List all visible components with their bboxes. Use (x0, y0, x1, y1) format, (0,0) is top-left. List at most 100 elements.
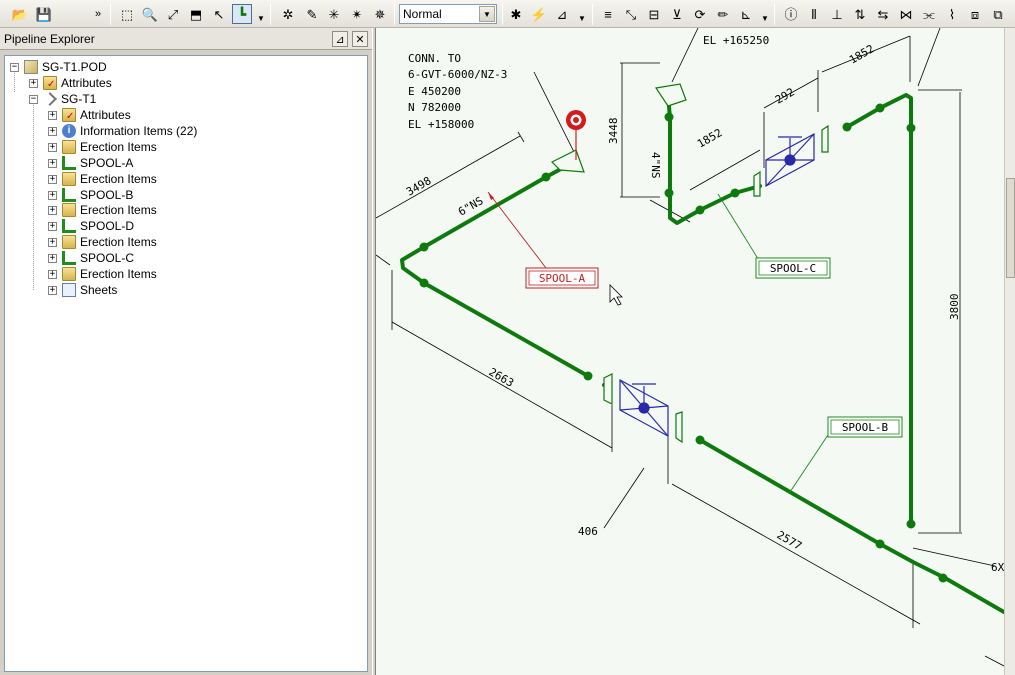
isometric-drawing-canvas[interactable]: SPOOL-A SPOOL-C SPOOL-B CONN. TO 6-GVT-6… (376, 28, 1004, 675)
edit-node-icon[interactable]: ✎ (302, 4, 322, 24)
expand-icon[interactable]: + (48, 285, 57, 295)
expand-icon[interactable]: + (48, 237, 57, 247)
filter-icon[interactable]: ⫘ (919, 4, 939, 24)
tree-node-erection-items[interactable]: + Erection Items (48, 234, 157, 250)
label-icon[interactable]: ⌇ (942, 4, 962, 24)
chart-icon[interactable]: ⊻ (667, 4, 687, 24)
collapse-icon[interactable]: − (29, 94, 38, 104)
flange-symbol[interactable] (654, 83, 687, 107)
pipe-node[interactable] (938, 573, 948, 583)
expand-icon[interactable]: + (48, 221, 57, 231)
pipe-node[interactable] (695, 205, 705, 215)
dimension-icon[interactable]: ⊾ (736, 4, 756, 24)
expand-icon[interactable]: + (29, 78, 38, 88)
tree-node-spool-c[interactable]: + SPOOL-C (48, 250, 134, 266)
flange-symbol[interactable] (603, 373, 613, 405)
expand-icon[interactable]: + (48, 174, 57, 184)
tree-node-erection-items[interactable]: + Erection Items (48, 266, 157, 282)
pointer-icon[interactable]: ↖ (209, 4, 229, 24)
select-box-icon[interactable]: ⬒ (186, 4, 206, 24)
move-node-icon[interactable]: ✴ (347, 4, 367, 24)
flange-symbol[interactable] (550, 149, 585, 173)
pin-icon[interactable]: ⊿ (332, 31, 348, 47)
pipe-node[interactable] (906, 123, 916, 133)
table-icon[interactable]: ⊟ (644, 4, 664, 24)
tree-node-sheets[interactable]: + Sheets (48, 282, 117, 298)
expand-icon[interactable]: + (48, 190, 57, 200)
pipe-node[interactable] (695, 435, 705, 445)
pipe-node[interactable] (664, 188, 674, 198)
gate-valve-upper[interactable] (765, 132, 815, 188)
pipe-node[interactable] (730, 188, 740, 198)
zoom-extents-icon[interactable]: ⤢ (163, 4, 183, 24)
elbow-icon[interactable]: ⤡ (621, 4, 641, 24)
pipe-node[interactable] (842, 122, 852, 132)
zoom-icon[interactable]: 🔍 (140, 4, 160, 24)
pipe-node[interactable] (875, 539, 885, 549)
tree-node-attributes[interactable]: + Attributes (48, 107, 131, 123)
expand-icon[interactable]: + (48, 142, 57, 152)
measure-icon[interactable]: ⊿ (552, 4, 572, 24)
info-icon[interactable]: ⓘ (781, 4, 801, 24)
pipe-node[interactable] (583, 371, 593, 381)
tree-node-attributes-root[interactable]: + Attributes (29, 75, 112, 91)
chevron-down-icon[interactable]: ▼ (479, 6, 495, 22)
expand-icon[interactable]: + (48, 126, 57, 136)
tree-node-spool-d[interactable]: + SPOOL-D (48, 218, 134, 234)
tree-node-information-items[interactable]: + i Information Items (22) (48, 123, 197, 139)
expand-icon[interactable]: + (48, 205, 57, 215)
split-icon[interactable]: ✱ (506, 4, 526, 24)
dimension-dropdown-icon[interactable]: ▼ (761, 14, 769, 23)
pipe-node[interactable] (419, 242, 429, 252)
pipe-node[interactable] (541, 172, 551, 182)
connect-icon[interactable]: ✳ (324, 4, 344, 24)
tree-node-root[interactable]: − SG-T1.POD (10, 59, 107, 75)
distribute-icon[interactable]: ⇆ (873, 4, 893, 24)
tree-node-erection-items[interactable]: + Erection Items (48, 202, 157, 218)
flange-icon[interactable]: ≡ (598, 4, 618, 24)
arrange-icon[interactable]: ⇅ (850, 4, 870, 24)
tree-node-erection-items[interactable]: + Erection Items (48, 139, 157, 155)
view-mode-select[interactable]: Normal ▼ (399, 4, 497, 24)
toolbar-overflow-icon[interactable]: » (92, 4, 104, 24)
vertical-scrollbar[interactable] (1004, 28, 1015, 675)
export-icon[interactable]: ⧉ (988, 4, 1008, 24)
expand-icon[interactable]: + (48, 269, 57, 279)
pipe-node[interactable] (875, 103, 885, 113)
collapse-icon[interactable]: − (10, 62, 19, 72)
expand-icon[interactable]: + (48, 253, 57, 263)
tree-node-spool-a[interactable]: + SPOOL-A (48, 155, 133, 171)
pipe-node[interactable] (664, 112, 674, 122)
expand-icon[interactable]: + (48, 110, 57, 120)
valve-icon[interactable]: ⋈ (896, 4, 916, 24)
route-pipe-dropdown-icon[interactable]: ▼ (257, 14, 265, 23)
flange-symbol[interactable] (821, 124, 829, 153)
tree-node-spool-b[interactable]: + SPOOL-B (48, 187, 133, 203)
refresh-icon[interactable]: ⟳ (690, 4, 710, 24)
flange-symbol[interactable] (675, 411, 683, 444)
route-pipe-icon[interactable]: ┗ (232, 4, 252, 24)
save-icon[interactable]: 💾 (34, 4, 54, 24)
frame-icon[interactable]: ⧈ (965, 4, 985, 24)
node-icon[interactable]: ✲ (278, 4, 298, 24)
spool-b-label[interactable]: SPOOL-B (827, 416, 903, 438)
weld-icon[interactable]: ⚡ (529, 4, 549, 24)
open-folder-icon[interactable]: 📂 (10, 4, 30, 24)
delete-node-icon[interactable]: ✵ (370, 4, 390, 24)
tree-node-pipe[interactable]: − SG-T1 (29, 91, 96, 107)
scrollbar-thumb[interactable] (1006, 178, 1015, 278)
expand-icon[interactable]: + (48, 158, 57, 168)
tree-node-erection-items[interactable]: + Erection Items (48, 171, 157, 187)
gate-valve-lower[interactable] (619, 378, 669, 438)
align-icon[interactable]: ⫴ (804, 4, 824, 24)
flange-symbol[interactable] (753, 170, 761, 197)
pipe-node[interactable] (906, 519, 916, 529)
zoom-window-icon[interactable]: ⬚ (117, 4, 137, 24)
pipe-node[interactable] (419, 278, 429, 288)
support-icon[interactable]: ⊥ (827, 4, 847, 24)
pencil-icon[interactable]: ✏ (713, 4, 733, 24)
close-icon[interactable]: ✕ (352, 31, 368, 47)
connection-marker-icon[interactable] (566, 110, 586, 160)
measure-dropdown-icon[interactable]: ▼ (578, 14, 586, 23)
spool-c-label[interactable]: SPOOL-C (755, 257, 831, 279)
